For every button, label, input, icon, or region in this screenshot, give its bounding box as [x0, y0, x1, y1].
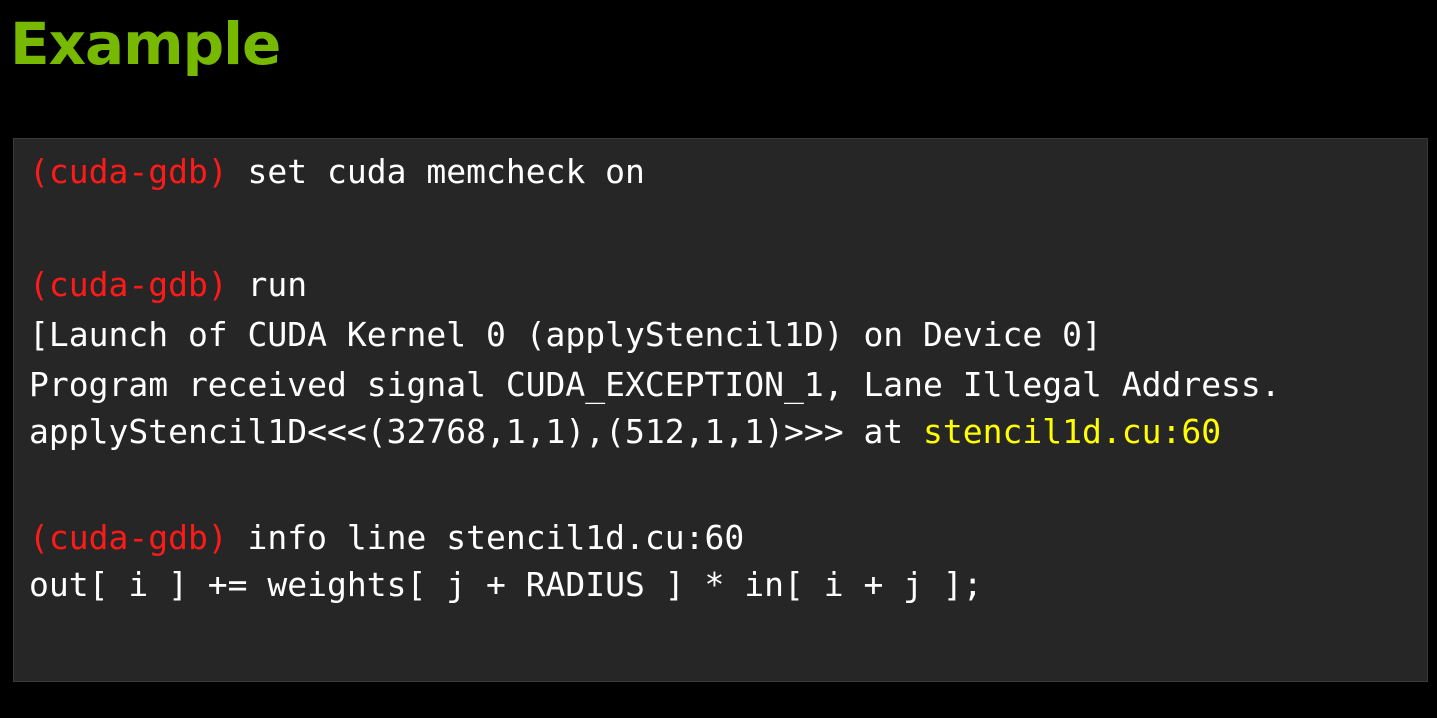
output-location-line: applyStencil1D<<<(32768,1,1),(512,1,1)>>…: [29, 412, 1221, 452]
cuda-gdb-prompt: (cuda-gdb): [29, 265, 228, 304]
output-source-line: out[ i ] += weights[ j + RADIUS ] * in[ …: [29, 565, 983, 604]
terminal-panel: (cuda-gdb) set cuda memcheck on (cuda-gd…: [13, 138, 1428, 682]
terminal-line-memcheck: (cuda-gdb) set cuda memcheck on: [29, 152, 645, 192]
cuda-gdb-prompt: (cuda-gdb): [29, 152, 228, 191]
cuda-gdb-prompt: (cuda-gdb): [29, 518, 228, 557]
page-title: Example: [10, 10, 281, 78]
command-run: run: [227, 265, 308, 304]
terminal-line-info: (cuda-gdb) info line stencil1d.cu:60: [29, 518, 744, 558]
terminal-line-run: (cuda-gdb) run: [29, 265, 307, 305]
command-memcheck: set cuda memcheck on: [227, 152, 645, 191]
source-file-reference: stencil1d.cu:60: [923, 412, 1222, 451]
output-launch-line: [Launch of CUDA Kernel 0 (applyStencil1D…: [29, 315, 1102, 354]
slide: Example (cuda-gdb) set cuda memcheck on …: [0, 0, 1437, 718]
command-info-line: info line stencil1d.cu:60: [227, 518, 745, 557]
location-prefix: applyStencil1D<<<(32768,1,1),(512,1,1)>>…: [29, 412, 924, 451]
output-signal-line: Program received signal CUDA_EXCEPTION_1…: [29, 365, 1281, 404]
